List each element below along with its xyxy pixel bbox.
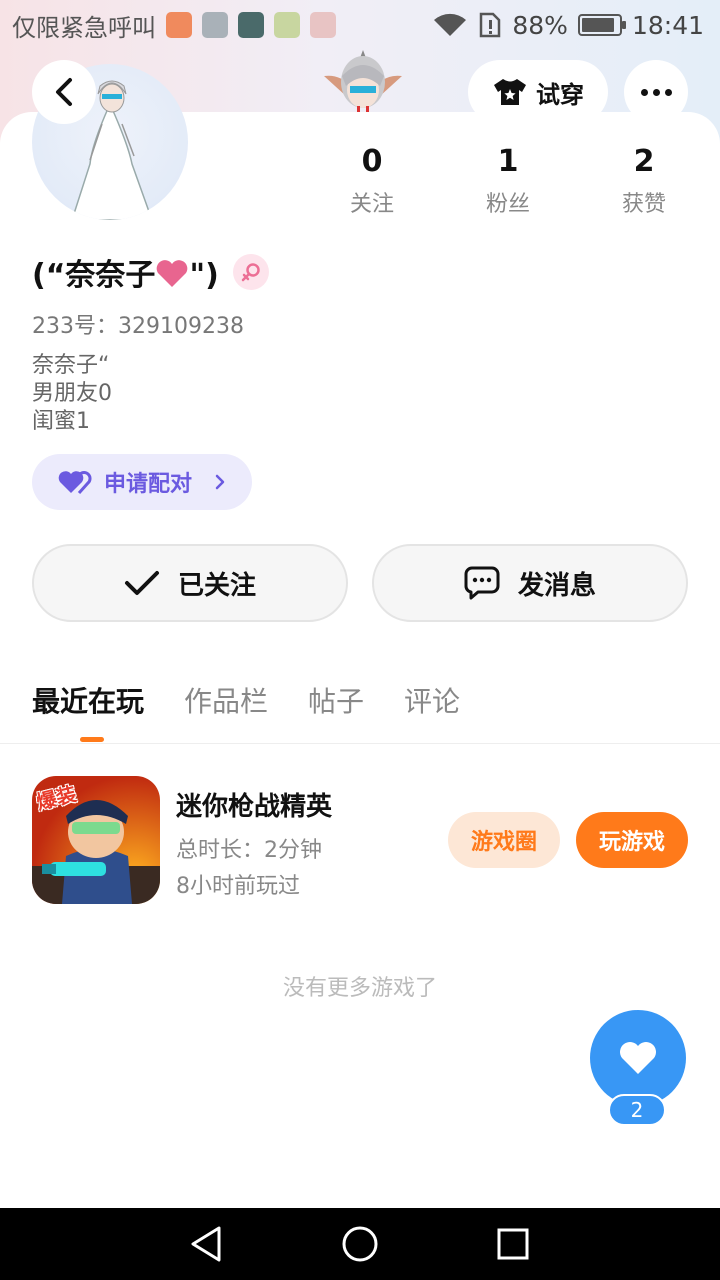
try-on-label: 试穿 bbox=[536, 80, 584, 109]
heart-icon bbox=[620, 1042, 656, 1074]
sim-alert-icon bbox=[480, 12, 501, 38]
stat-likes[interactable]: 2 获赞 bbox=[576, 142, 712, 218]
bio-line: 闺蜜1 bbox=[32, 409, 90, 434]
bio: 奈奈子“ 男朋友0 闺蜜1 bbox=[32, 352, 112, 436]
anime-app-icon bbox=[274, 12, 300, 38]
battery-icon bbox=[577, 14, 626, 36]
stat-label: 粉丝 bbox=[485, 192, 530, 217]
game-app-icon bbox=[238, 12, 264, 38]
chat-bubble-icon bbox=[464, 566, 500, 600]
followed-button[interactable]: 已关注 bbox=[32, 544, 348, 622]
recent-game-item[interactable]: 爆装 迷你枪战精英 总时长：2分钟 8小时前玩过 游戏圈 玩游戏 bbox=[32, 776, 688, 904]
more-dot-icon bbox=[664, 88, 672, 96]
clock: 18:41 bbox=[631, 10, 704, 40]
tab-posts[interactable]: 帖子 bbox=[308, 680, 364, 724]
carrier-text: 仅限紧急呼叫 bbox=[12, 13, 156, 42]
game-duration: 总时长：2分钟 bbox=[176, 838, 322, 863]
stat-value: 1 bbox=[497, 144, 519, 179]
status-left: 仅限紧急呼叫 bbox=[12, 8, 336, 43]
stat-value: 0 bbox=[361, 144, 383, 179]
request-pair-button[interactable]: 申请配对 bbox=[32, 454, 252, 510]
status-bar: 仅限紧急呼叫 88% 18:41 bbox=[0, 0, 720, 50]
gender-female-icon bbox=[232, 254, 269, 290]
tab-recently-played[interactable]: 最近在玩 bbox=[32, 680, 144, 724]
profile-stats: 0 关注 1 粉丝 2 获赞 bbox=[304, 142, 712, 218]
gallery-app-icon bbox=[202, 12, 228, 38]
wifi-icon bbox=[434, 13, 467, 36]
photo-app-icon bbox=[310, 12, 336, 38]
nav-home-icon[interactable] bbox=[340, 1224, 380, 1264]
nav-back-icon[interactable] bbox=[187, 1224, 227, 1264]
more-dot-icon bbox=[652, 88, 660, 96]
game-last-played: 8小时前玩过 bbox=[176, 874, 300, 899]
tabs-divider bbox=[0, 743, 720, 744]
shirt-icon bbox=[494, 79, 526, 105]
play-game-button[interactable]: 玩游戏 bbox=[576, 812, 688, 868]
check-icon bbox=[124, 571, 159, 595]
game-icon[interactable]: 爆装 bbox=[32, 776, 160, 904]
like-button[interactable] bbox=[590, 1010, 686, 1106]
profile-tabs: 最近在玩 作品栏 帖子 评论 bbox=[32, 680, 460, 724]
profile-name: (“奈奈子 ") bbox=[32, 250, 219, 294]
chevron-right-icon bbox=[215, 474, 225, 490]
send-message-label: 发消息 bbox=[517, 570, 596, 601]
stat-label: 关注 bbox=[349, 192, 394, 217]
request-pair-label: 申请配对 bbox=[104, 472, 193, 497]
bio-line: 男朋友0 bbox=[32, 381, 112, 406]
stat-value: 2 bbox=[633, 144, 655, 179]
bio-line: 奈奈子“ bbox=[32, 353, 110, 378]
no-more-games-text: 没有更多游戏了 bbox=[282, 976, 437, 1001]
send-message-button[interactable]: 发消息 bbox=[372, 544, 688, 622]
stat-label: 获赞 bbox=[621, 192, 666, 217]
try-on-button[interactable]: 试穿 bbox=[468, 60, 608, 124]
user-id: 233号：329109238 bbox=[32, 314, 244, 339]
tab-comments[interactable]: 评论 bbox=[404, 680, 460, 724]
stat-following[interactable]: 0 关注 bbox=[304, 142, 440, 218]
more-options-button[interactable] bbox=[624, 60, 688, 124]
profile-name-prefix: (“奈奈子 bbox=[32, 258, 156, 293]
back-button[interactable] bbox=[32, 60, 96, 124]
header-avatar-icon bbox=[324, 50, 402, 112]
chevron-left-icon bbox=[56, 78, 72, 106]
name-row: (“奈奈子 ") bbox=[32, 250, 269, 294]
tab-works[interactable]: 作品栏 bbox=[184, 680, 268, 724]
stat-followers[interactable]: 1 粉丝 bbox=[440, 142, 576, 218]
battery-percent: 88% bbox=[512, 10, 568, 40]
system-nav-bar bbox=[0, 1208, 720, 1280]
status-right: 88% 18:41 bbox=[432, 11, 704, 40]
nav-recents-icon[interactable] bbox=[493, 1224, 533, 1264]
like-count-badge: 2 bbox=[608, 1094, 666, 1126]
followed-label: 已关注 bbox=[177, 570, 256, 601]
pink-heart-icon bbox=[157, 260, 188, 287]
game-circle-button[interactable]: 游戏圈 bbox=[448, 812, 560, 868]
more-dot-icon bbox=[640, 88, 648, 96]
game-title: 迷你枪战精英 bbox=[176, 792, 333, 822]
double-heart-icon bbox=[58, 471, 92, 494]
profile-name-suffix: ") bbox=[189, 258, 219, 293]
active-tab-indicator bbox=[80, 737, 104, 742]
mail-app-icon bbox=[166, 12, 192, 38]
